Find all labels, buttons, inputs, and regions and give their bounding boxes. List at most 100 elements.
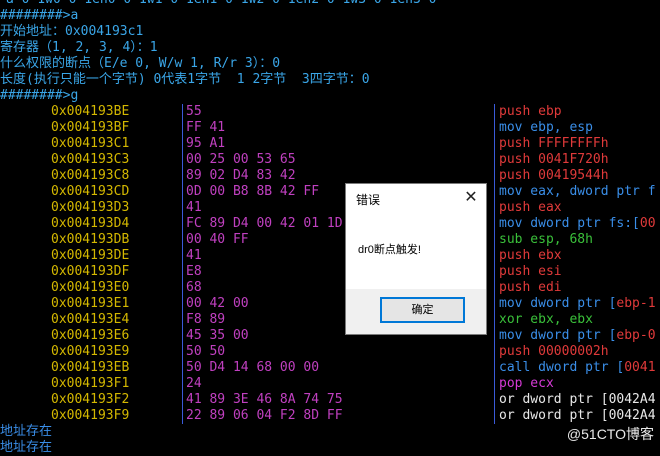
disasm-bytes: 50 50 [186,344,226,359]
disasm-address: 0x004193BE [51,104,130,119]
disasm-row: 0x004193F9 22 89 06 04 F2 8D FF or dword p… [0,408,660,424]
disasm-instruction: xor ebx, ebx [499,312,593,328]
disasm-row: 0x004193E4 F8 89 xor ebx, ebx [0,312,660,328]
watermark: @51CTO博客 [566,426,654,442]
breakpoint-perm-line: 什么权限的断点（E/e 0, W/w 1, R/r 3）：0 [0,56,281,71]
disasm-bytes: 0D 00 B8 8B 42 FF [186,184,320,199]
disasm-instruction: pop ecx [499,376,554,392]
instruction-segment: push 00000002h [499,344,609,359]
instruction-segment: or dword ptr [0042A4 [499,392,656,407]
disasm-row: 0x004193D3 41 push eax [0,200,660,216]
console-top-line: a 0 1w0 0 1en0 0 1w1 0 1en1 0 1w2 0 1en2… [6,0,436,8]
disasm-row: 0x004193F2 41 89 3E 46 8A 74 75 or dword p… [0,392,660,408]
instruction-segment: or dword ptr [0042A4 [499,408,656,423]
disasm-row: 0x004193EB 50 D4 14 68 00 00 call dword pt… [0,360,660,376]
disasm-bytes: FF 41 [186,120,226,135]
disasm-address: 0x004193C1 [51,136,130,151]
disasm-address: 0x004193CD [51,184,130,199]
prompt-a-text: ########>a [0,8,79,23]
bottom-line-2: 地址存在 [0,440,53,455]
length-line: 长度(执行只能一个字节) 0代表1字节 1 2字节 3四字节：0 [0,72,370,87]
instruction-segment: push 0041F720h [499,152,609,167]
disasm-address: 0x004193F1 [51,376,130,391]
disasm-bytes: 00 40 FF [186,232,249,247]
disasm-instruction: mov dword ptr fs:[00 [499,216,656,232]
disasm-instruction: push 00419544h [499,168,609,184]
disasm-instruction: push esi [499,264,562,280]
disasm-row: 0x004193BF FF 41 mov ebp, esp [0,120,660,136]
instruction-segment: 0041 [624,360,656,375]
disasm-bytes: FC 89 D4 00 42 01 1D [186,216,343,231]
instruction-segment: 00 [639,216,656,231]
close-icon[interactable]: ✕ [462,188,480,208]
instruction-segment: pop ecx [499,376,554,391]
disasm-row: 0x004193DF E8 push esi [0,264,660,280]
instruction-segment: push esi [499,264,562,279]
disasm-address: 0x004193F2 [51,392,130,407]
disasm-row: 0x004193E0 68 push edi [0,280,660,296]
instruction-segment: mov ebp, esp [499,120,593,135]
disasm-bytes: 95 A1 [186,136,226,151]
disasm-address: 0x004193C3 [51,152,130,167]
disasm-bytes: 89 02 D4 83 42 [186,168,296,183]
dialog-button-bar: 确定 [346,289,486,334]
disasm-instruction: mov eax, dword ptr f [499,184,656,200]
disasm-bytes: 41 [186,200,202,215]
dialog-titlebar[interactable]: 错误 ✕ [346,184,486,214]
disasm-row: 0x004193DB 00 40 FF sub esp, 68h [0,232,660,248]
disasm-row: 0x004193F1 24 pop ecx [0,376,660,392]
disasm-row: 0x004193DE 41 push ebx [0,248,660,264]
disasm-address: 0x004193F9 [51,408,130,423]
disasm-row: 0x004193E6 45 35 00 mov dword ptr [ebp-0 [0,328,660,344]
disasm-instruction: or dword ptr [0042A4 [499,408,656,424]
disasm-row: 0x004193E9 50 50 push 00000002h [0,344,660,360]
disasm-address: 0x004193E9 [51,344,130,359]
disasm-instruction: call dword ptr [0041 [499,360,656,376]
ok-button[interactable]: 确定 [380,297,465,323]
instruction-segment: mov dword ptr [ [499,296,617,311]
disasm-instruction: push FFFFFFFFh [499,136,609,152]
disasm-instruction: push eax [499,200,562,216]
disasm-address: 0x004193BF [51,120,130,135]
bottom-line-1: 地址存在 [0,424,53,439]
disasm-address: 0x004193DF [51,264,130,279]
disasm-address: 0x004193EB [51,360,130,375]
disasm-row: 0x004193BE 55 push ebp [0,104,660,120]
disasm-row: 0x004193C3 00 25 00 53 65 push 0041F720h [0,152,660,168]
instruction-segment: xor ebx, ebx [499,312,593,327]
disasm-bytes: 45 35 00 [186,328,249,343]
console-window: a 0 1w0 0 1en0 0 1w1 0 1en1 0 1w2 0 1en2… [0,0,660,455]
register-line: 寄存器（1, 2, 3, 4）：1 [0,40,158,55]
disasm-bytes: 50 D4 14 68 00 00 [186,360,320,375]
disasm-instruction: push ebp [499,104,562,120]
start-address-line: 开始地址：0x004193c1 [0,24,144,39]
disasm-address: 0x004193C8 [51,168,130,183]
prompt-g: ########>g [0,88,79,103]
instruction-segment: push 00419544h [499,168,609,183]
disasm-address: 0x004193E6 [51,328,130,343]
dialog-title: 错误 [356,193,381,207]
disasm-bytes: F8 89 [186,312,226,327]
disasm-instruction: mov dword ptr [ebp-1 [499,296,656,312]
disasm-address: 0x004193DB [51,232,130,247]
disasm-instruction: push edi [499,280,562,296]
disasm-bytes: 41 [186,248,202,263]
instruction-segment: push ebp [499,104,562,119]
disasm-address: 0x004193D4 [51,216,130,231]
disasm-instruction: mov dword ptr [ebp-0 [499,328,656,344]
disasm-instruction: push 0041F720h [499,152,609,168]
instruction-segment: push eax [499,200,562,215]
disasm-bytes: 68 [186,280,202,295]
disasm-bytes: 22 89 06 04 F2 8D FF [186,408,343,423]
dialog-message: dr0断点触发! [358,244,421,256]
disasm-address: 0x004193E4 [51,312,130,327]
instruction-segment: sub esp, 68h [499,232,593,247]
error-dialog: 错误 ✕ dr0断点触发! 确定 [345,183,487,335]
instruction-segment: push FFFFFFFFh [499,136,609,151]
disasm-row: 0x004193E1 00 42 00 mov dword ptr [ebp-1 [0,296,660,312]
disasm-row: 0x004193C8 89 02 D4 83 42 push 00419544h [0,168,660,184]
disasm-address: 0x004193D3 [51,200,130,215]
disasm-instruction: mov ebp, esp [499,120,593,136]
disasm-row: 0x004193C1 95 A1 push FFFFFFFFh [0,136,660,152]
disasm-address: 0x004193E0 [51,280,130,295]
